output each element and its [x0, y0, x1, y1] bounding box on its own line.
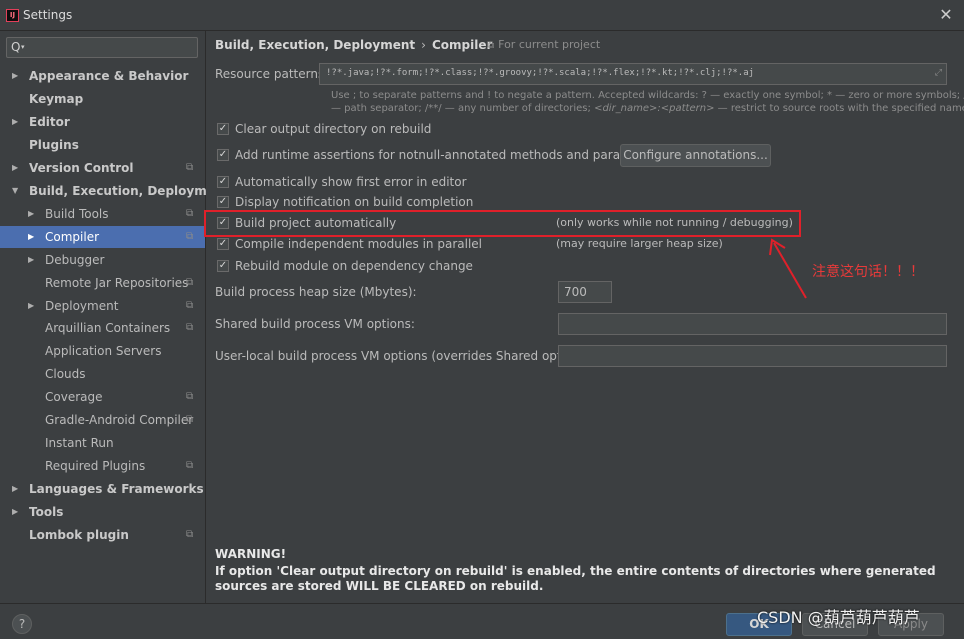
help-button[interactable]: ?: [12, 614, 32, 634]
annotation-arrow: [769, 238, 807, 299]
annotation-note: 注意这句话！！！: [812, 264, 924, 280]
arrow-line: [773, 242, 807, 299]
csdn-watermark: CSDN @葫芦葫芦葫芦: [757, 608, 920, 627]
